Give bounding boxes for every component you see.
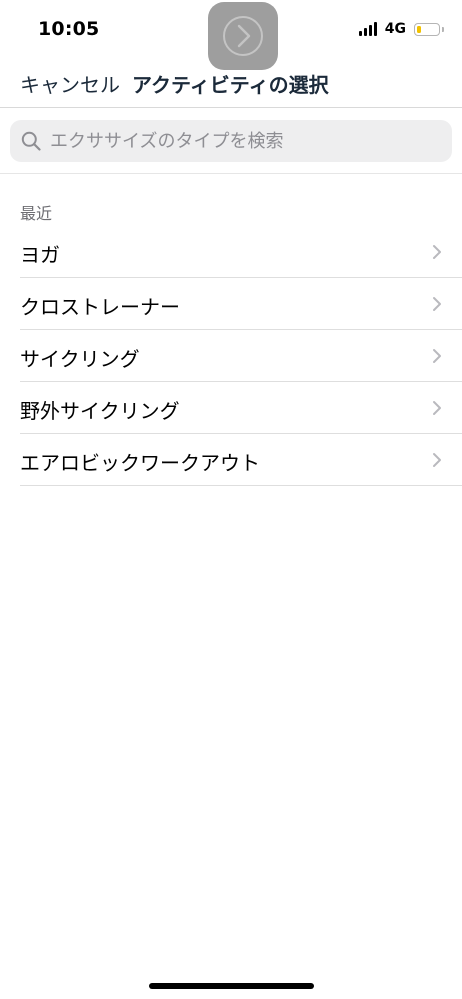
cancel-button[interactable]: キャンセル (20, 69, 120, 98)
list-item-label: 野外サイクリング (20, 399, 180, 423)
search-input[interactable] (50, 130, 430, 152)
list-item-cross-trainer[interactable]: クロストレーナー (20, 278, 462, 330)
status-time: 10:05 (38, 18, 100, 40)
chevron-right-circle-icon (223, 16, 263, 56)
list-item-yoga[interactable]: ヨガ (20, 226, 462, 278)
search-divider (0, 173, 462, 174)
list-item-aerobic-workout[interactable]: エアロビックワークアウト (20, 434, 462, 486)
screen: 10:05 4G キャンセル アクティビティの選択 エクササイズのタイプを検索 … (0, 0, 462, 999)
battery-icon (414, 22, 444, 36)
list-item-outdoor-cycling[interactable]: 野外サイクリング (20, 382, 462, 434)
chevron-right-icon (433, 401, 441, 415)
status-indicators: 4G (358, 20, 444, 38)
search-icon (20, 130, 42, 152)
network-type: 4G (384, 21, 406, 37)
home-indicator[interactable] (149, 983, 314, 989)
page-title: アクティビティの選択 (132, 73, 329, 97)
activity-list: ヨガ クロストレーナー サイクリング 野外サイクリング エアロビックワークアウト (20, 226, 462, 486)
battery-tip (442, 26, 444, 32)
chevron-right-icon (433, 453, 441, 467)
navigation-bar: キャンセル アクティビティの選択 (0, 58, 462, 106)
nav-divider (0, 107, 462, 108)
list-item-label: クロストレーナー (20, 295, 180, 319)
list-item-label: エアロビックワークアウト (20, 451, 260, 475)
list-item-label: サイクリング (20, 347, 140, 371)
chevron-right-icon (433, 297, 441, 311)
list-item-cycling[interactable]: サイクリング (20, 330, 462, 382)
battery-level-fill (417, 25, 421, 33)
cellular-signal-icon (358, 22, 377, 36)
list-item-label: ヨガ (20, 243, 60, 267)
section-header-recent: 最近 (20, 204, 53, 223)
chevron-right-icon (433, 245, 441, 259)
search-bar[interactable] (10, 120, 452, 162)
chevron-right-icon (433, 349, 441, 363)
